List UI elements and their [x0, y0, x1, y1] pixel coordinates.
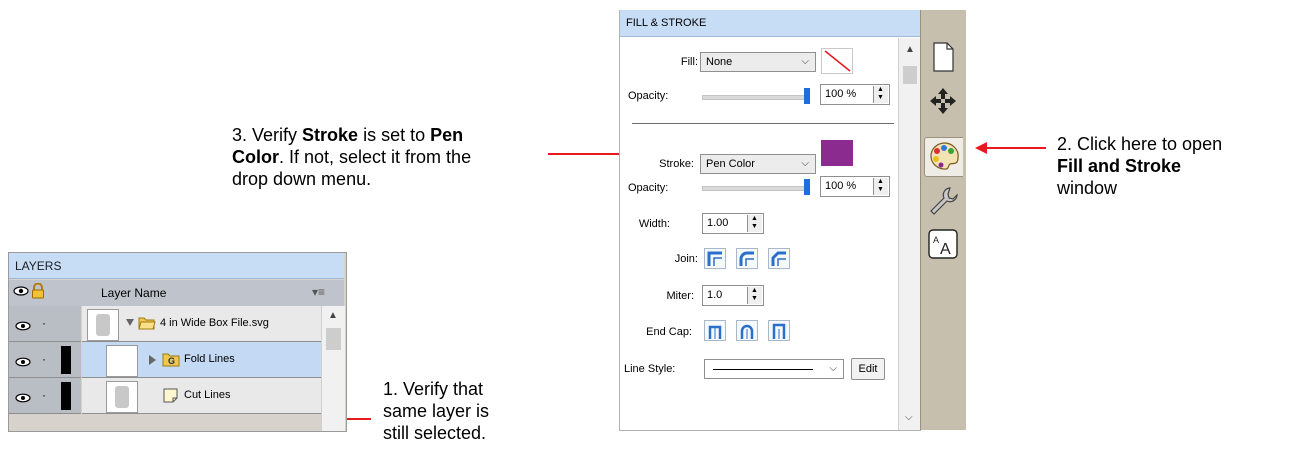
stroke-opacity-label: Opacity: [628, 182, 669, 194]
spinner-buttons[interactable]: ▲ ▼ [873, 178, 888, 195]
fill-stroke-window: FILL & STROKE Fill: None ⌵ Opacity: 100 … [619, 0, 966, 431]
stroke-opacity-input[interactable]: 100 % ▲ ▼ [820, 176, 890, 197]
width-input[interactable]: 1.00 ▲ ▼ [702, 213, 764, 234]
lock-icon[interactable] [31, 282, 45, 302]
miter-join-button[interactable] [704, 248, 726, 269]
collapse-triangle-icon[interactable] [149, 355, 156, 365]
scroll-down-icon[interactable]: ⌵ [905, 412, 913, 423]
side-tab-bar: AA [920, 10, 966, 430]
folder-open-icon [138, 315, 156, 335]
stroke-opacity-slider-knob[interactable] [804, 179, 810, 195]
miter-label: Miter: [666, 290, 695, 302]
layer-name-column-header[interactable]: Layer Name [101, 286, 166, 300]
layers-title: LAYERS [9, 253, 344, 279]
bevel-join-button[interactable] [768, 248, 790, 269]
visibility-eye-icon[interactable] [15, 318, 31, 336]
section-divider [632, 123, 894, 124]
butt-cap-button[interactable] [704, 320, 726, 341]
lock-toggle-dot[interactable]: · [42, 352, 46, 366]
spinner-buttons[interactable]: ▲ ▼ [747, 287, 762, 304]
layer-thumbnail [106, 345, 138, 377]
layer-color-bar [61, 382, 71, 410]
scroll-thumb[interactable] [326, 328, 341, 350]
chevron-down-icon: ⌵ [801, 56, 809, 67]
scroll-thumb[interactable] [903, 66, 917, 84]
palette-icon[interactable] [924, 137, 963, 177]
fill-dropdown[interactable]: None ⌵ [700, 52, 816, 72]
lock-toggle-dot[interactable]: · [42, 388, 46, 402]
width-label: Width: [638, 218, 670, 230]
svg-text:A: A [940, 241, 951, 258]
annotation-step3: 3. Verify Stroke is set to Pen Color. If… [232, 125, 472, 189]
visibility-eye-icon[interactable] [15, 390, 31, 408]
layer-name-label: 4 in Wide Box File.svg [160, 317, 269, 329]
fill-stroke-panel: FILL & STROKE Fill: None ⌵ Opacity: 100 … [619, 10, 921, 431]
stroke-dropdown-value: Pen Color [706, 158, 755, 170]
layers-panel: LAYERS Layer Name ▾≡ · 4 in Wide Box Fil… [8, 252, 347, 432]
round-join-button[interactable] [736, 248, 758, 269]
fill-stroke-scrollbar[interactable]: ▲ ⌵ [898, 38, 921, 430]
line-style-dropdown[interactable]: ⌵ [704, 359, 844, 379]
fill-color-swatch[interactable] [821, 48, 853, 74]
expand-triangle-icon[interactable] [126, 319, 134, 326]
layer-name-label: Cut Lines [184, 389, 231, 401]
chevron-down-icon: ⌵ [829, 363, 837, 374]
edit-line-style-button[interactable]: Edit [851, 358, 885, 380]
stroke-opacity-slider[interactable] [702, 186, 808, 191]
width-value: 1.00 [707, 217, 729, 229]
layer-page-icon [162, 388, 180, 408]
arrow-step3 [548, 153, 626, 155]
square-cap-button[interactable] [768, 320, 790, 341]
spinner-buttons[interactable]: ▲ ▼ [873, 86, 888, 103]
annotation-step1: 1. Verify that same layer is still selec… [383, 379, 490, 443]
layer-row-fold-lines[interactable]: · G Fold Lines [9, 342, 321, 378]
text-size-icon[interactable]: AA [924, 225, 962, 263]
layer-name-label: Fold Lines [184, 353, 235, 365]
layer-thumbnail [87, 309, 119, 341]
chevron-down-icon: ⌵ [801, 158, 809, 169]
svg-text:G: G [168, 356, 175, 366]
miter-input[interactable]: 1.0 ▲ ▼ [702, 285, 764, 306]
miter-value: 1.0 [707, 289, 723, 301]
arrow-step2 [986, 147, 1046, 149]
scroll-up-icon[interactable]: ▲ [328, 310, 338, 321]
document-icon[interactable] [924, 38, 962, 76]
line-style-label: Line Style: [624, 363, 676, 375]
fill-opacity-label: Opacity: [628, 90, 669, 102]
layer-row-box-file[interactable]: · 4 in Wide Box File.svg [9, 306, 321, 342]
layer-row-cut-lines[interactable]: · Cut Lines [9, 378, 321, 414]
annotation-step2: 2. Click here to open Fill and Stroke wi… [1057, 134, 1223, 198]
layers-scrollbar[interactable]: ▲ [321, 306, 345, 431]
fill-opacity-slider-knob[interactable] [804, 88, 810, 104]
layers-header: Layer Name ▾≡ [9, 280, 344, 306]
fill-opacity-slider[interactable] [702, 95, 808, 100]
layer-thumbnail [106, 381, 138, 413]
fill-opacity-value: 100 % [825, 88, 857, 100]
end-cap-label: End Cap: [646, 326, 692, 338]
stroke-dropdown[interactable]: Pen Color ⌵ [700, 154, 816, 174]
wrench-icon[interactable] [924, 182, 962, 220]
spinner-buttons[interactable]: ▲ ▼ [747, 215, 762, 232]
stroke-color-swatch[interactable] [821, 140, 853, 166]
round-cap-button[interactable] [736, 320, 758, 341]
fill-dropdown-value: None [706, 56, 733, 68]
fill-stroke-title: FILL & STROKE [620, 10, 921, 37]
move-icon[interactable] [924, 82, 962, 120]
eye-icon[interactable] [13, 285, 29, 300]
layer-color-bar [61, 346, 71, 374]
svg-text:A: A [933, 235, 939, 245]
stroke-label: Stroke: [659, 158, 694, 170]
solid-line-preview [713, 369, 813, 370]
list-menu-icon[interactable]: ▾≡ [312, 285, 325, 299]
visibility-eye-icon[interactable] [15, 354, 31, 372]
group-folder-icon: G [162, 352, 180, 372]
stroke-opacity-value: 100 % [825, 180, 857, 192]
join-label: Join: [674, 253, 698, 265]
lock-toggle-dot[interactable]: · [42, 316, 46, 330]
fill-label: Fill: [680, 56, 698, 68]
fill-opacity-input[interactable]: 100 % ▲ ▼ [820, 84, 890, 105]
scroll-up-icon[interactable]: ▲ [905, 44, 915, 55]
